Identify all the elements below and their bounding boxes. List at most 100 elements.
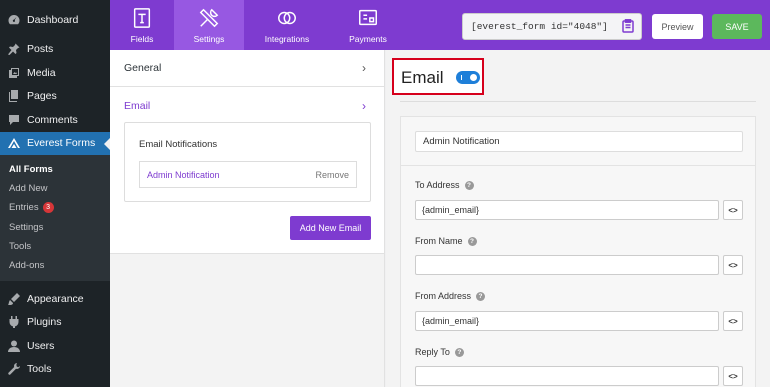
smart-tags-button[interactable]: <> — [723, 200, 743, 220]
sidebar-item-tools[interactable]: Tools — [0, 358, 110, 382]
plugins-icon — [8, 316, 20, 329]
shortcode-field[interactable]: [everest_form id="4048"] — [462, 13, 642, 40]
sidebar-item-plugins[interactable]: Plugins — [0, 311, 110, 335]
settings-icon — [199, 8, 219, 27]
notification-name-input[interactable] — [415, 131, 743, 152]
tab-integrations[interactable]: Integrations — [244, 0, 330, 50]
submenu-item-entries[interactable]: Entries 3 — [0, 198, 110, 217]
tab-fields[interactable]: Fields — [110, 0, 174, 50]
sidebar-item-dashboard[interactable]: Dashboard — [0, 8, 110, 32]
help-icon[interactable]: ? — [476, 291, 486, 301]
help-icon[interactable]: ? — [464, 180, 474, 190]
help-icon[interactable]: ? — [467, 236, 477, 246]
notification-list-item: Admin Notification Remove — [139, 161, 357, 188]
field-label-text: To Address — [415, 180, 460, 190]
tab-settings[interactable]: Settings — [174, 0, 244, 50]
pages-icon — [8, 90, 20, 103]
tab-label: Integrations — [264, 33, 310, 44]
smart-tags-button[interactable]: <> — [723, 255, 743, 275]
field-label-text: Reply To — [415, 347, 450, 357]
sidebar-item-label: Comments — [27, 113, 78, 126]
save-button[interactable]: SAVE — [712, 14, 762, 39]
media-icon — [8, 67, 20, 79]
toggle-on-mark — [461, 75, 462, 80]
submenu-label: Add New — [9, 183, 48, 195]
everest-forms-icon — [8, 137, 20, 149]
submenu-label: Tools — [9, 240, 32, 252]
tools-icon — [8, 363, 20, 376]
clipboard-icon — [622, 19, 634, 33]
notification-form-card: To Address ? <> From Name ? <> From Addr… — [400, 116, 756, 387]
sidebar-item-label: Posts — [27, 43, 54, 56]
from-name-label: From Name ? — [415, 236, 477, 246]
smart-tags-button[interactable]: <> — [723, 366, 743, 386]
to-address-input[interactable] — [415, 200, 719, 220]
from-address-input[interactable] — [415, 311, 719, 331]
reply-to-input[interactable] — [415, 366, 719, 386]
to-address-label: To Address ? — [415, 180, 474, 190]
comments-icon — [8, 114, 20, 126]
submenu-label: Entries — [9, 202, 39, 214]
integrations-icon — [278, 11, 296, 24]
section-label: Email — [124, 99, 151, 112]
sidebar-item-label: Everest Forms — [27, 137, 96, 150]
add-new-email-button[interactable]: Add New Email — [290, 216, 371, 240]
submenu-item-all-forms[interactable]: All Forms — [0, 160, 110, 179]
sidebar-item-label: Users — [27, 339, 55, 352]
sidebar-item-label: Dashboard — [27, 13, 79, 26]
preview-button[interactable]: Preview — [652, 14, 703, 39]
appearance-icon — [8, 292, 20, 305]
everest-forms-submenu: All Forms Add New Entries 3 Settings Tool… — [0, 155, 110, 282]
notification-name-link[interactable]: Admin Notification — [147, 170, 220, 180]
email-enable-toggle[interactable] — [456, 71, 480, 84]
divider — [401, 165, 755, 166]
submenu-item-add-ons[interactable]: Add-ons — [0, 256, 110, 275]
submenu-item-add-new[interactable]: Add New — [0, 179, 110, 198]
from-name-input[interactable] — [415, 255, 719, 275]
field-label-text: From Address — [415, 291, 472, 301]
sidebar-item-everest-forms[interactable]: Everest Forms — [0, 131, 110, 155]
tab-label: Fields — [130, 33, 154, 44]
field-label-text: From Name — [415, 236, 463, 246]
sidebar-item-pages[interactable]: Pages — [0, 85, 110, 109]
sidebar-item-users[interactable]: Users — [0, 334, 110, 358]
payments-icon — [359, 9, 377, 25]
email-heading-highlight: Email — [392, 58, 484, 95]
sidebar-item-appearance[interactable]: Appearance — [0, 287, 110, 311]
divider — [400, 101, 756, 102]
dashboard-icon — [8, 14, 20, 26]
submenu-label: Add-ons — [9, 260, 45, 272]
settings-sections-panel: General › Email › Email Notifications Ad… — [110, 50, 385, 387]
entries-count-badge: 3 — [42, 202, 54, 214]
submenu-item-tools[interactable]: Tools — [0, 237, 110, 256]
smart-tags-button[interactable]: <> — [723, 311, 743, 331]
users-icon — [8, 340, 20, 352]
email-notifications-title: Email Notifications — [139, 139, 218, 150]
submenu-label: Settings — [9, 221, 44, 233]
submenu-item-settings[interactable]: Settings — [0, 218, 110, 237]
remove-notification-link[interactable]: Remove — [315, 170, 349, 180]
section-email[interactable]: Email › — [110, 87, 384, 124]
copy-shortcode-button[interactable] — [617, 15, 639, 37]
sidebar-item-comments[interactable]: Comments — [0, 108, 110, 132]
reply-to-label: Reply To ? — [415, 347, 464, 357]
email-settings-panel: Email To Address ? <> From Name ? <> Fro… — [386, 50, 770, 387]
builder-topbar: Fields Settings Integrations Payments [e… — [110, 0, 770, 50]
tab-label: Payments — [349, 33, 387, 44]
sidebar-item-label: Plugins — [27, 316, 62, 329]
settings-panel-empty-area — [110, 253, 384, 387]
sidebar-item-media[interactable]: Media — [0, 61, 110, 85]
sidebar-item-label: Media — [27, 66, 56, 79]
wp-admin-sidebar: Dashboard Posts Media Pages Comments Eve… — [0, 0, 110, 387]
sidebar-item-posts[interactable]: Posts — [0, 38, 110, 62]
fields-icon — [133, 7, 151, 28]
sidebar-item-label: Appearance — [27, 292, 84, 305]
help-icon[interactable]: ? — [454, 347, 464, 357]
tab-label: Settings — [193, 33, 225, 44]
toggle-knob — [470, 74, 477, 81]
pin-icon — [8, 43, 20, 56]
section-label: General — [124, 62, 162, 74]
chevron-right-icon: › — [362, 61, 366, 75]
tab-payments[interactable]: Payments — [330, 0, 406, 50]
section-general[interactable]: General › — [110, 50, 384, 87]
